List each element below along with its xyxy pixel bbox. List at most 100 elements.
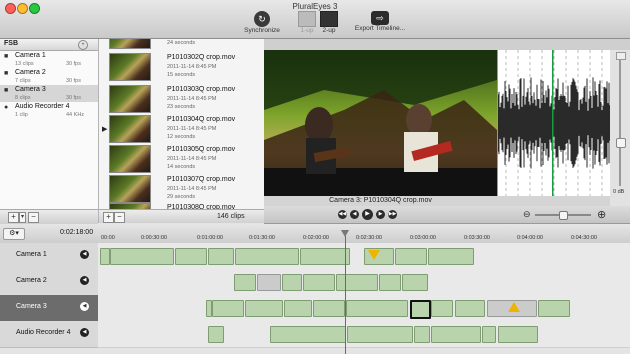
clip-segment[interactable] (395, 248, 427, 265)
clip-segment[interactable] (100, 248, 110, 265)
clip-date: 2011-11-14 8:45 PM (167, 156, 217, 162)
speaker-icon[interactable]: ◀ (80, 250, 89, 259)
clip-segment[interactable] (270, 326, 346, 343)
media-item-name: Camera 2 (15, 69, 46, 76)
clip-row[interactable]: P1010303Q crop.mov 2011-11-14 8:45 PM 23… (99, 83, 264, 113)
track-label[interactable]: Camera 1 ◀ (0, 243, 98, 270)
media-item-camera-2[interactable]: ■ Camera 2 7 clips 30 fps (0, 68, 98, 85)
play-icon[interactable]: ▶ (362, 209, 373, 220)
clip-segment[interactable] (282, 274, 302, 291)
media-item-camera-1[interactable]: ■ Camera 1 13 clips 30 fps (0, 51, 98, 68)
add-media-button[interactable]: + (8, 212, 19, 223)
dual-view-icon (320, 11, 338, 27)
clip-segment[interactable] (347, 326, 413, 343)
clip-thumbnail (109, 145, 151, 173)
clip-segment[interactable] (414, 326, 430, 343)
clip-segment[interactable] (538, 300, 570, 317)
clip-segment[interactable] (346, 300, 408, 317)
warning-icon[interactable] (508, 302, 520, 312)
clip-segment[interactable] (379, 274, 401, 291)
waveform-view (497, 50, 611, 196)
clip-segment[interactable] (431, 326, 481, 343)
export-timeline-button[interactable]: ⇨ Export Timeline... (352, 11, 408, 32)
clip-segment[interactable] (455, 300, 485, 317)
clip-row[interactable]: P1010307Q crop.mov 2011-11-14 8:45 PM 29… (99, 173, 264, 203)
clip-segment[interactable] (208, 248, 234, 265)
clip-segment[interactable] (402, 274, 428, 291)
clip-name: P1010302Q crop.mov (167, 54, 236, 61)
gear-icon[interactable]: ⚙▾ (3, 228, 25, 240)
clip-segment[interactable] (212, 300, 244, 317)
media-item-audio-recorder-4[interactable]: ● Audio Recorder 4 1 clip 44 KHz (0, 102, 98, 119)
add-clip-button[interactable]: + (103, 212, 114, 223)
clip-list-footer: + − 146 clips (99, 209, 264, 223)
track-camera-3[interactable]: Camera 3 ◀ (0, 295, 630, 322)
media-item-clips: 13 clips (15, 61, 34, 67)
previous-clip-icon[interactable]: ◀◀ (338, 210, 347, 219)
volume-slider-thumb[interactable] (616, 138, 626, 148)
clip-segment[interactable] (110, 248, 174, 265)
timeline-playhead[interactable] (345, 236, 346, 354)
clip-name: P1010303Q crop.mov (167, 86, 236, 93)
step-forward-icon[interactable]: ▶ (376, 210, 385, 219)
volume-slider-track[interactable] (619, 56, 621, 186)
zoom-in-icon[interactable]: ⊕ (597, 208, 606, 221)
clip-segment[interactable] (245, 300, 283, 317)
clip-segment[interactable] (175, 248, 207, 265)
clip-segment[interactable] (208, 326, 224, 343)
clip-segment[interactable] (300, 248, 350, 265)
clip-segment[interactable] (336, 274, 378, 291)
track-name: Audio Recorder 4 (16, 329, 71, 336)
add-tab-icon[interactable]: + (78, 40, 88, 50)
media-item-camera-3[interactable]: ■ Camera 3 8 clips 30 fps (0, 85, 98, 102)
tick-label: 0:00:30:00 (141, 235, 167, 241)
media-item-rate: 44 KHz (66, 112, 85, 118)
tick-label: 00:00 (101, 235, 115, 241)
view-1up-button[interactable]: 1-up (296, 11, 318, 34)
clip-row-selected[interactable]: P1010304Q crop.mov 2011-11-14 8:45 PM 12… (99, 113, 264, 143)
clip-segment[interactable] (498, 326, 538, 343)
clip-segment[interactable] (234, 274, 256, 291)
zoom-slider-thumb[interactable] (559, 211, 568, 220)
track-audio-recorder-4[interactable]: Audio Recorder 4 ◀ (0, 321, 630, 348)
scale-up-icon[interactable] (616, 52, 626, 60)
clip-segment[interactable] (428, 248, 474, 265)
tick-label: 0:04:00:00 (517, 235, 543, 241)
clip-thumbnail (109, 39, 151, 49)
speaker-icon[interactable]: ◀ (80, 328, 89, 337)
track-label[interactable]: Camera 2 ◀ (0, 269, 98, 296)
clip-segment[interactable] (257, 274, 281, 291)
clip-duration: 24 seconds (167, 40, 196, 46)
track-camera-2[interactable]: Camera 2 ◀ (0, 269, 630, 296)
track-camera-1[interactable]: Camera 1 ◀ (0, 243, 630, 270)
speaker-icon[interactable]: ◀ (80, 302, 89, 311)
selected-clip-segment[interactable] (410, 300, 431, 319)
remove-media-button[interactable]: − (28, 212, 39, 223)
clip-duration: 15 seconds (167, 72, 196, 78)
next-clip-icon[interactable]: ▶▶ (388, 210, 397, 219)
track-label[interactable]: Camera 3 ◀ (0, 295, 98, 322)
synchronize-button[interactable]: ↻ Synchronize (240, 11, 284, 34)
audio-waveform (498, 50, 611, 196)
media-item-rate: 30 fps (66, 61, 81, 67)
clip-segment[interactable] (303, 274, 335, 291)
clip-segment[interactable] (482, 326, 496, 343)
clip-segment[interactable] (431, 300, 453, 317)
clip-segment[interactable] (284, 300, 312, 317)
step-back-icon[interactable]: ◀ (350, 210, 359, 219)
zoom-out-icon[interactable]: ⊖ (523, 209, 531, 220)
add-media-menu-icon[interactable]: ▾ (19, 212, 26, 223)
viewer-header (264, 39, 497, 50)
view-2up-button[interactable]: 2-up (318, 11, 340, 34)
clip-row[interactable]: 24 seconds (99, 39, 264, 49)
remove-clip-button[interactable]: − (114, 212, 125, 223)
warning-icon[interactable] (368, 250, 380, 260)
clip-segment[interactable] (235, 248, 299, 265)
clip-row[interactable]: P1010305Q crop.mov 2011-11-14 8:45 PM 14… (99, 143, 264, 173)
track-label[interactable]: Audio Recorder 4 ◀ (0, 321, 98, 348)
track-name: Camera 2 (16, 277, 47, 284)
clip-row[interactable]: P1010302Q crop.mov 2011-11-14 8:45 PM 15… (99, 51, 264, 81)
clip-segment[interactable] (313, 300, 345, 317)
speaker-icon[interactable]: ◀ (80, 276, 89, 285)
media-tab-fsb[interactable]: FSB (4, 40, 18, 47)
